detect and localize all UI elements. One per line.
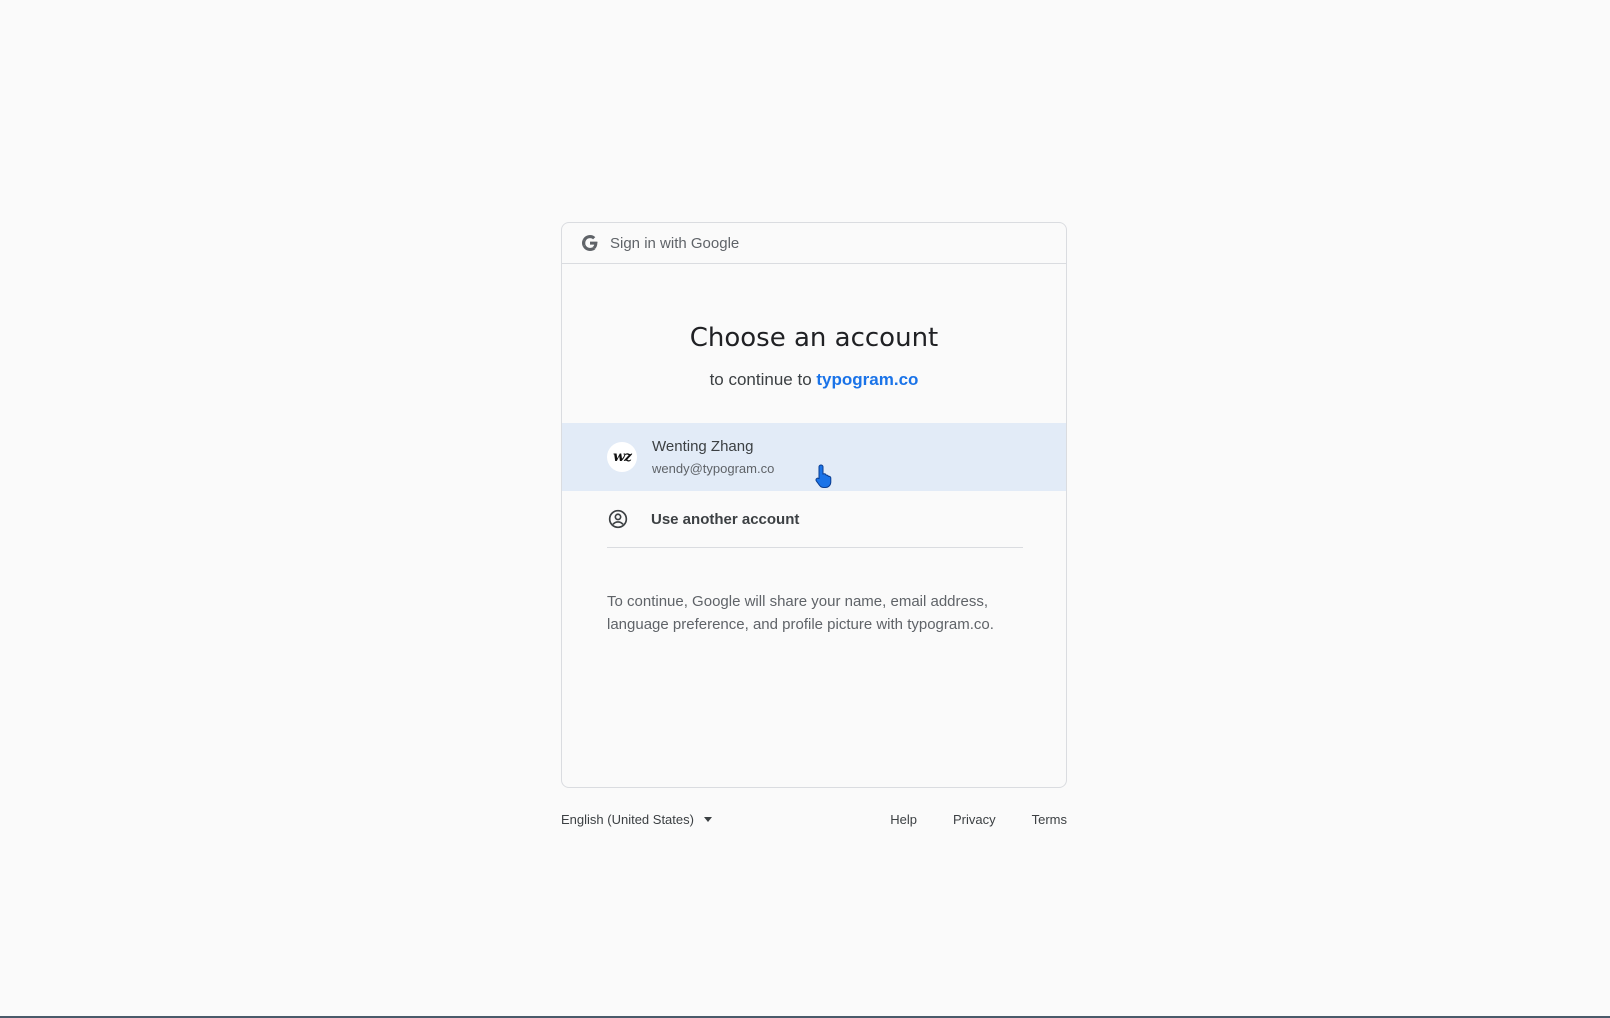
account-email: wendy@typogram.co <box>652 461 775 476</box>
privacy-notice: To continue, Google will share your name… <box>607 593 994 633</box>
person-circle-icon <box>607 508 629 530</box>
hand-pointer-icon <box>815 464 832 488</box>
privacy-link[interactable]: Privacy <box>953 812 996 827</box>
language-label: English (United States) <box>561 812 694 827</box>
site-link[interactable]: typogram.co <box>816 370 918 389</box>
use-another-account-button[interactable]: Use another account <box>607 491 1023 548</box>
page-title: Choose an account <box>689 323 939 353</box>
subtitle: to continue to typogram.co <box>562 370 1066 390</box>
page: Sign in with Google Choose an account to… <box>0 0 1610 1018</box>
chevron-down-icon <box>703 817 712 822</box>
avatar: wz <box>607 442 637 472</box>
use-another-account-label: Use another account <box>651 510 800 528</box>
help-link[interactable]: Help <box>890 812 917 827</box>
card-header: Sign in with Google <box>562 223 1066 264</box>
header-title: Sign in with Google <box>610 234 740 252</box>
language-selector[interactable]: English (United States) <box>561 812 712 827</box>
google-g-icon <box>580 233 600 253</box>
footer-links: Help Privacy Terms <box>854 812 1067 827</box>
terms-link[interactable]: Terms <box>1032 812 1067 827</box>
sign-in-card: Sign in with Google Choose an account to… <box>561 222 1067 788</box>
account-name: Wenting Zhang <box>652 438 754 455</box>
account-item[interactable]: wz Wenting Zhang wendy@typogram.co <box>562 423 1066 491</box>
footer: English (United States) Help Privacy Ter… <box>561 808 1067 832</box>
subtitle-prefix: to continue to <box>709 370 812 389</box>
